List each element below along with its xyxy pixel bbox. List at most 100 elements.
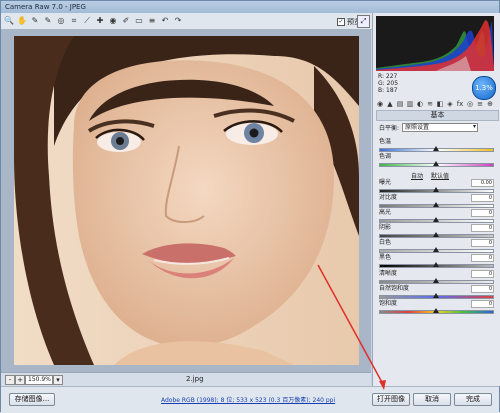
slider-thumb[interactable]	[432, 278, 439, 283]
zoom-in-button[interactable]: +	[15, 375, 25, 385]
speed-badge: 1.3%	[472, 76, 496, 100]
slider-label: 阴影	[379, 224, 392, 231]
panel-tab-icon[interactable]: ◧	[436, 100, 444, 108]
slider-value-input[interactable]: 0	[471, 194, 494, 202]
slider-label: 清晰度	[379, 270, 398, 277]
slider-value-input[interactable]: 0	[471, 239, 494, 247]
eyedropper-icon[interactable]: ✎	[30, 16, 40, 26]
blue-value: B: 187	[378, 87, 398, 94]
slider-thumb[interactable]	[432, 161, 439, 166]
slider-thumb[interactable]	[432, 247, 439, 252]
histogram-graph	[376, 20, 494, 71]
cancel-button[interactable]: 取消	[413, 393, 451, 406]
slider-thumb[interactable]	[432, 262, 439, 267]
graduated-filter-icon[interactable]: ▭	[134, 16, 144, 26]
histogram	[376, 16, 494, 71]
done-button[interactable]: 完成	[454, 393, 492, 406]
slider-label: 自然饱和度	[379, 285, 410, 292]
slider-thumb[interactable]	[432, 293, 439, 298]
zoom-out-button[interactable]: -	[5, 375, 15, 385]
panel-tab-icon[interactable]: ▲	[386, 100, 394, 108]
slider-row: 曝光 0.00	[379, 179, 494, 195]
save-image-button[interactable]: 存储图像...	[9, 393, 55, 406]
window-title: Camera Raw 7.0 - JPEG	[5, 3, 86, 11]
slider-value-input[interactable]: 0	[471, 270, 494, 278]
panel-tab-icon[interactable]: fx	[456, 100, 464, 108]
panel-tab-icon[interactable]: ◈	[446, 100, 454, 108]
adjustment-brush-icon[interactable]: ✐	[121, 16, 131, 26]
adjustment-panel: R: 227 G: 205 B: 187 1.3% ◉ ▲ ▤ ▥ ◐ ≋ ◧ ◈ fx ◎ ≡ ⊕ …	[372, 13, 500, 386]
slider-row: 饱和度 0	[379, 300, 494, 316]
slider-thumb[interactable]	[432, 217, 439, 222]
slider-value-input[interactable]: 0	[471, 285, 494, 293]
panel-tab-icon[interactable]: ⊕	[486, 100, 494, 108]
filename-label: 2.jpg	[186, 375, 204, 383]
fullscreen-toggle-icon[interactable]: ⤢	[357, 15, 370, 28]
color-sampler-icon[interactable]: ✎	[43, 16, 53, 26]
slider-label: 对比度	[379, 194, 398, 201]
panel-tab-icon[interactable]: ▥	[406, 100, 414, 108]
slider-row: 清晰度 0	[379, 270, 494, 286]
slider-thumb[interactable]	[432, 232, 439, 237]
slider-row: 色调	[379, 153, 494, 169]
workflow-options-link[interactable]: Adobe RGB (1998); 8 位; 533 x 523 (0.3 百万…	[161, 395, 335, 404]
camera-raw-window: Camera Raw 7.0 - JPEG ✓ 预览 ⤢ 🔍 ✋ ✎ ✎ ◎ ⌗ ⟋ ✚ ◉ ✐ ▭…	[0, 0, 500, 413]
slider-row: 色温	[379, 138, 494, 154]
slider-thumb[interactable]	[432, 308, 439, 313]
zoom-level-select[interactable]: 150.9%	[25, 375, 53, 385]
panel-tab-icon[interactable]: ◎	[466, 100, 474, 108]
crop-icon[interactable]: ⌗	[69, 16, 79, 26]
slider-value-input[interactable]: 0	[471, 224, 494, 232]
slider-thumb[interactable]	[432, 146, 439, 151]
slider-label: 高光	[379, 209, 392, 216]
panel-tab-icon[interactable]: ≋	[426, 100, 434, 108]
white-balance-label: 白平衡:	[379, 125, 400, 132]
hand-icon[interactable]: ✋	[17, 16, 27, 26]
panel-tab-icon[interactable]: ▤	[396, 100, 404, 108]
panel-tab-icon[interactable]: ◉	[376, 100, 384, 108]
slider-value-input[interactable]: 0	[471, 300, 494, 308]
panel-tab-icon[interactable]: ≡	[476, 100, 484, 108]
white-balance-value: 原照设置	[405, 124, 430, 131]
panel-tab-icon[interactable]: ◐	[416, 100, 424, 108]
slider-row: 白色 0	[379, 239, 494, 255]
straighten-icon[interactable]: ⟋	[82, 16, 92, 26]
slider-label: 黑色	[379, 254, 392, 261]
slider-thumb[interactable]	[432, 187, 439, 192]
portrait-photo	[14, 36, 359, 365]
panel-title: 基本	[376, 110, 499, 121]
slider-row: 阴影 0	[379, 224, 494, 240]
zoom-level-value: 150.9%	[28, 376, 51, 383]
slider-label: 饱和度	[379, 300, 398, 307]
bottom-bar: 存储图像... Adobe RGB (1998); 8 位; 533 x 523…	[1, 386, 499, 413]
image-canvas[interactable]	[1, 30, 371, 372]
slider-value-input[interactable]: 0	[471, 209, 494, 217]
slider-value-input[interactable]: 0.00	[471, 179, 494, 187]
preferences-icon[interactable]: ≡	[147, 16, 157, 26]
panel-tabs: ◉ ▲ ▤ ▥ ◐ ≋ ◧ ◈ fx ◎ ≡ ⊕	[376, 98, 497, 109]
slider-label: 色调	[379, 153, 392, 160]
target-adjust-icon[interactable]: ◎	[56, 16, 66, 26]
open-image-button[interactable]: 打开图像	[372, 393, 410, 406]
rotate-cw-icon[interactable]: ↷	[173, 16, 183, 26]
rgb-readout: R: 227 G: 205 B: 187	[378, 73, 398, 94]
slider-row: 自然饱和度 0	[379, 285, 494, 301]
portrait-image	[14, 36, 359, 365]
slider-row: 对比度 0	[379, 194, 494, 210]
slider-thumb[interactable]	[432, 202, 439, 207]
slider-label: 色温	[379, 138, 392, 145]
preview-check-icon[interactable]: ✓	[337, 18, 345, 26]
rotate-ccw-icon[interactable]: ↶	[160, 16, 170, 26]
slider-label: 白色	[379, 239, 392, 246]
red-value: R: 227	[378, 73, 398, 80]
zoom-bar: - + 150.9% ▾ 2.jpg	[1, 372, 371, 386]
zoom-dropdown-icon[interactable]: ▾	[53, 375, 63, 385]
slider-row: 黑色 0	[379, 254, 494, 270]
zoom-icon[interactable]: 🔍	[4, 16, 14, 26]
spot-removal-icon[interactable]: ✚	[95, 16, 105, 26]
slider-value-input[interactable]: 0	[471, 254, 494, 262]
green-value: G: 205	[378, 80, 399, 87]
red-eye-icon[interactable]: ◉	[108, 16, 118, 26]
slider-row: 高光 0	[379, 209, 494, 225]
white-balance-select[interactable]: 原照设置	[402, 123, 479, 132]
